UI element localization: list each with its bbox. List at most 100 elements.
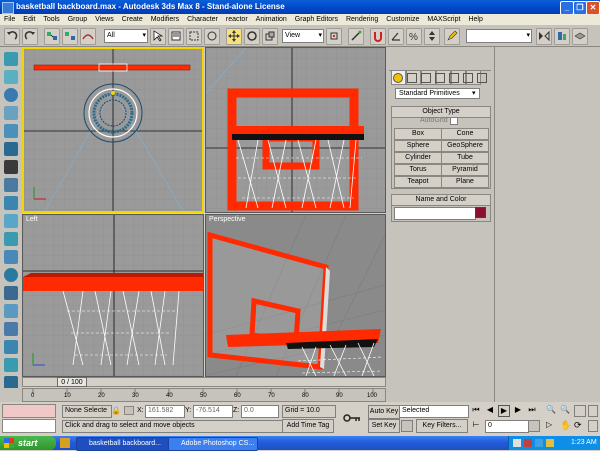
- box-button[interactable]: Box: [394, 128, 442, 140]
- absolute-mode-icon[interactable]: [124, 406, 134, 415]
- taskbar-item-3dsmax[interactable]: basketball backboard...: [76, 437, 178, 451]
- edit-named-selection-icon[interactable]: [444, 28, 460, 45]
- viewport-top[interactable]: [22, 47, 204, 213]
- reactor-fracture-icon[interactable]: [4, 250, 18, 264]
- arc-rotate-icon[interactable]: ⟳: [574, 420, 586, 432]
- align-icon[interactable]: [554, 28, 570, 45]
- restore-icon[interactable]: ❐: [573, 1, 587, 15]
- reactor-point-to-point-icon[interactable]: [4, 322, 18, 336]
- select-by-name-icon[interactable]: [168, 28, 184, 45]
- sphere-button[interactable]: Sphere: [394, 140, 442, 152]
- menu-animation[interactable]: Animation: [252, 14, 291, 25]
- helpers-icon[interactable]: [449, 73, 459, 83]
- reactor-rigid-body-icon[interactable]: [4, 52, 18, 66]
- reactor-hinge-icon[interactable]: [4, 304, 18, 318]
- maxscript-input[interactable]: [2, 419, 56, 433]
- object-name-field[interactable]: [394, 207, 476, 220]
- reactor-deforming-mesh-icon[interactable]: [4, 124, 18, 138]
- tray-icon[interactable]: [524, 439, 532, 447]
- spinner-snap-icon[interactable]: [424, 28, 440, 45]
- cameras-icon[interactable]: [435, 73, 445, 83]
- auto-key-button[interactable]: Auto Key: [368, 405, 400, 419]
- reactor-spring-icon[interactable]: [4, 160, 18, 174]
- cone-button[interactable]: Cone: [441, 128, 489, 140]
- shapes-icon[interactable]: [407, 73, 417, 83]
- reactor-prismatic-icon[interactable]: [4, 340, 18, 354]
- menu-edit[interactable]: Edit: [19, 14, 39, 25]
- reactor-water-icon[interactable]: [4, 268, 18, 282]
- unlink-selection-icon[interactable]: [62, 28, 78, 45]
- menu-group[interactable]: Group: [64, 14, 91, 25]
- torus-button[interactable]: Torus: [394, 164, 442, 176]
- reactor-soft-body-icon[interactable]: [4, 88, 18, 102]
- mini-curve-editor-icon[interactable]: [2, 388, 20, 402]
- default-in-out-tangent-icon[interactable]: [401, 420, 413, 432]
- geometry-icon[interactable]: [393, 73, 403, 83]
- mirror-icon[interactable]: [536, 28, 552, 45]
- menu-modifiers[interactable]: Modifiers: [147, 14, 183, 25]
- menu-reactor[interactable]: reactor: [222, 14, 252, 25]
- angle-snap-icon[interactable]: [388, 28, 404, 45]
- clock[interactable]: 1:23 AM: [571, 436, 597, 450]
- close-icon[interactable]: ✕: [586, 1, 600, 15]
- snaps-toggle-icon[interactable]: [370, 28, 386, 45]
- reactor-car-wheel-icon[interactable]: [4, 358, 18, 372]
- set-key-button[interactable]: Set Key: [368, 419, 400, 433]
- menu-maxscript[interactable]: MAXScript: [423, 14, 464, 25]
- cylinder-button[interactable]: Cylinder: [394, 152, 442, 164]
- menu-customize[interactable]: Customize: [382, 14, 423, 25]
- reactor-motor-icon[interactable]: [4, 196, 18, 210]
- time-slider[interactable]: 0 / 100: [57, 377, 87, 387]
- reactor-dashpot-icon[interactable]: [4, 178, 18, 192]
- space-warps-icon[interactable]: [463, 73, 473, 83]
- zoom-extents-icon[interactable]: [574, 405, 586, 417]
- object-color-swatch[interactable]: [475, 207, 486, 218]
- key-mode-dropdown[interactable]: Selected: [399, 405, 469, 418]
- percent-snap-icon[interactable]: %: [406, 28, 422, 45]
- current-frame-field[interactable]: 0: [485, 420, 529, 433]
- reactor-constraint-icon[interactable]: [4, 286, 18, 300]
- next-frame-icon[interactable]: ▶: [512, 405, 524, 417]
- menu-rendering[interactable]: Rendering: [342, 14, 382, 25]
- tray-icon[interactable]: [535, 439, 543, 447]
- name-color-title[interactable]: Name and Color: [392, 195, 490, 206]
- viewport-perspective[interactable]: Perspective: [205, 214, 386, 377]
- select-and-move-icon[interactable]: [226, 28, 242, 45]
- window-crossing-icon[interactable]: [204, 28, 220, 45]
- select-and-manipulate-icon[interactable]: [348, 28, 364, 45]
- field-of-view-icon[interactable]: ▷: [546, 420, 558, 432]
- chevron-down-icon[interactable]: ▾: [472, 89, 476, 97]
- bind-to-space-warp-icon[interactable]: [80, 28, 96, 45]
- viewport-front[interactable]: [205, 47, 386, 213]
- zoom-extents-all-icon[interactable]: [588, 405, 598, 417]
- reactor-wind-icon[interactable]: [4, 214, 18, 228]
- menu-character[interactable]: Character: [183, 14, 222, 25]
- select-object-icon[interactable]: [150, 28, 166, 45]
- y-coordinate-field[interactable]: -76.514: [193, 405, 233, 418]
- autogrid-checkbox[interactable]: [450, 117, 458, 125]
- undo-icon[interactable]: [4, 28, 20, 45]
- viewport-left-label[interactable]: Left: [26, 216, 38, 223]
- pan-icon[interactable]: ✋: [560, 420, 572, 432]
- reactor-plane-icon[interactable]: [4, 142, 18, 156]
- key-filters-button[interactable]: Key Filters...: [416, 419, 468, 433]
- select-and-scale-icon[interactable]: [262, 28, 278, 45]
- go-to-start-icon[interactable]: ⏮: [470, 405, 482, 417]
- previous-frame-icon[interactable]: ◀: [484, 405, 496, 417]
- menu-create[interactable]: Create: [118, 14, 147, 25]
- pyramid-button[interactable]: Pyramid: [441, 164, 489, 176]
- menu-file[interactable]: File: [0, 14, 19, 25]
- plane-button[interactable]: Plane: [441, 176, 489, 188]
- reactor-rope-icon[interactable]: [4, 106, 18, 120]
- z-coordinate-field[interactable]: 0.0: [241, 405, 279, 418]
- x-coordinate-field[interactable]: 161.582: [145, 405, 185, 418]
- named-selection-sets-dropdown[interactable]: [466, 29, 532, 43]
- menu-tools[interactable]: Tools: [39, 14, 63, 25]
- lock-icon[interactable]: 🔒: [111, 406, 121, 415]
- go-to-end-icon[interactable]: ⏭: [526, 405, 538, 417]
- reactor-cloth-icon[interactable]: [4, 70, 18, 84]
- select-and-link-icon[interactable]: [44, 28, 60, 45]
- systems-icon[interactable]: [477, 73, 487, 83]
- quick-launch-icon[interactable]: [60, 438, 70, 448]
- maxscript-listener-mini[interactable]: [2, 404, 56, 418]
